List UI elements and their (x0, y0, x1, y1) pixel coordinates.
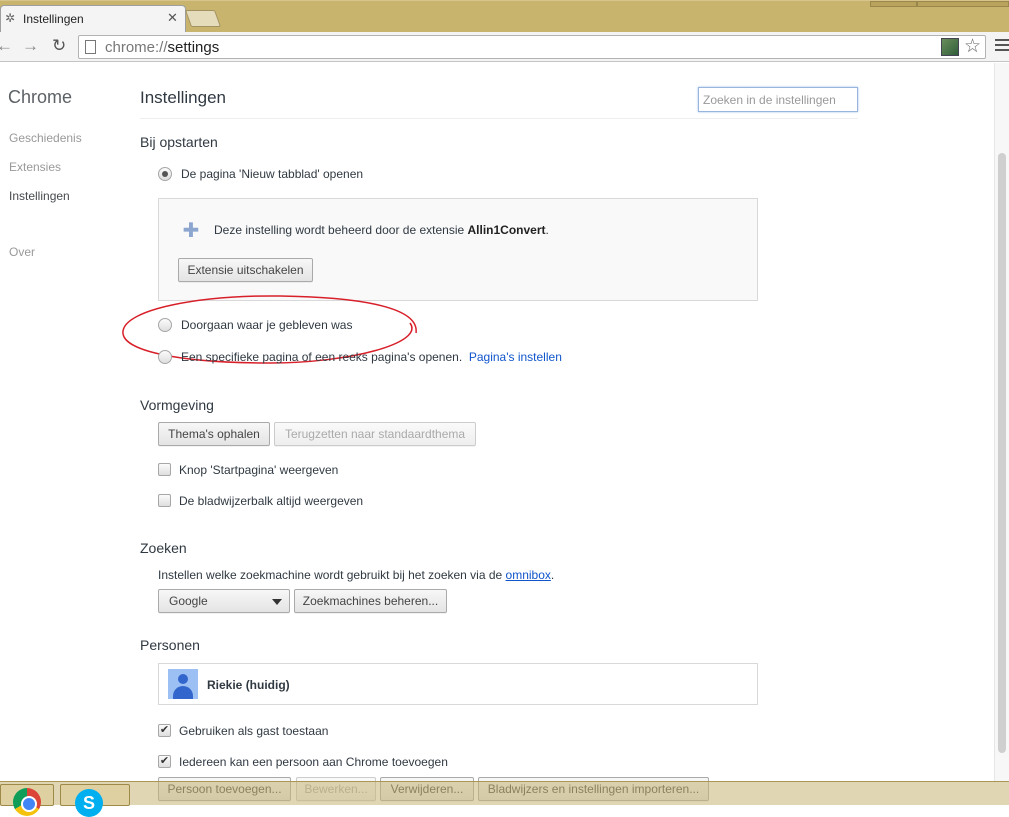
appearance-heading: Vormgeving (140, 397, 214, 413)
divider (140, 118, 858, 119)
close-window-button[interactable] (917, 1, 1009, 7)
extension-notice-text: Deze instelling wordt beheerd door de ex… (214, 223, 549, 237)
page-title: Instellingen (140, 88, 227, 107)
set-pages-link[interactable]: Pagina's instellen (469, 350, 562, 364)
puzzle-icon: ✚ (182, 220, 200, 242)
settings-page: Chrome Geschiedenis Extensies Instelling… (0, 63, 1009, 781)
reset-theme-button[interactable]: Terugzetten naar standaardthema (274, 422, 476, 446)
page-icon (85, 40, 96, 54)
url-text: chrome://settings (105, 39, 220, 56)
menu-icon[interactable] (995, 39, 1009, 53)
sidebar-item-history[interactable]: Geschiedenis (9, 131, 82, 145)
sidebar-item-settings[interactable]: Instellingen (9, 189, 70, 203)
checkbox-home-button[interactable] (158, 463, 171, 476)
get-themes-button[interactable]: Thema's ophalen (158, 422, 270, 446)
avatar (168, 669, 198, 699)
search-engine-select[interactable]: Google (158, 589, 290, 613)
back-icon[interactable]: ← (0, 36, 13, 56)
checkbox-guest[interactable]: ✔ (158, 724, 171, 737)
scrollbar[interactable] (994, 63, 1009, 781)
checkbox-bookmarks-bar[interactable] (158, 494, 171, 507)
new-tab-button[interactable] (184, 10, 222, 27)
tab-strip: ✲ Instellingen ✕ (0, 0, 1009, 33)
star-icon[interactable]: ☆ (964, 36, 981, 58)
taskbar-skype[interactable]: S (60, 784, 130, 817)
person-name: Riekie (huidig) (207, 678, 290, 692)
checkbox-add-person[interactable]: ✔ (158, 755, 171, 768)
radio-specific[interactable] (158, 350, 172, 364)
tab-settings[interactable]: ✲ Instellingen ✕ (0, 5, 186, 33)
sidebar-item-about[interactable]: Over (9, 245, 35, 259)
checkbox-add-person-label[interactable]: Iedereen kan een persoon aan Chrome toev… (179, 755, 448, 769)
forward-icon[interactable]: → (22, 36, 39, 56)
sidebar-item-extensions[interactable]: Extensies (9, 160, 61, 174)
toolbar: ← → ↻ chrome://settings ☆ (0, 32, 1009, 62)
extension-icon[interactable] (941, 38, 959, 56)
radio-newtab[interactable] (158, 167, 172, 181)
taskbar-chrome[interactable] (0, 784, 54, 816)
extension-notice: ✚ Deze instelling wordt beheerd door de … (158, 198, 758, 301)
reload-icon[interactable]: ↻ (52, 36, 66, 56)
radio-specific-label[interactable]: Een specifieke pagina of een reeks pagin… (181, 350, 562, 364)
radio-newtab-label[interactable]: De pagina 'Nieuw tabblad' openen (181, 167, 363, 181)
manage-engines-button[interactable]: Zoekmachines beheren... (294, 589, 447, 613)
radio-continue[interactable] (158, 318, 172, 332)
sidebar-title: Chrome (8, 87, 73, 107)
taskbar: S (0, 781, 1009, 817)
person-list[interactable]: Riekie (huidig) (158, 663, 758, 705)
search-description: Instellen welke zoekmachine wordt gebrui… (158, 568, 555, 582)
scrollbar-thumb[interactable] (998, 153, 1006, 753)
tab-title: Instellingen (23, 12, 84, 26)
gear-icon: ✲ (5, 11, 16, 25)
skype-icon: S (75, 789, 103, 817)
checkbox-guest-label[interactable]: Gebruiken als gast toestaan (179, 724, 328, 738)
checkbox-bookmarks-bar-label[interactable]: De bladwijzerbalk altijd weergeven (179, 494, 363, 508)
close-icon[interactable]: ✕ (167, 11, 178, 24)
search-input[interactable]: Zoeken in de instellingen (698, 87, 858, 112)
omnibox-link[interactable]: omnibox (506, 568, 551, 582)
checkbox-home-button-label[interactable]: Knop 'Startpagina' weergeven (179, 463, 338, 477)
people-heading: Personen (140, 637, 200, 653)
chevron-down-icon (272, 599, 282, 605)
radio-continue-label[interactable]: Doorgaan waar je gebleven was (181, 318, 352, 332)
search-heading: Zoeken (140, 540, 187, 556)
chrome-icon (13, 788, 41, 816)
startup-heading: Bij opstarten (140, 134, 218, 150)
omnibox[interactable]: chrome://settings ☆ (78, 35, 986, 59)
minimize-button[interactable] (870, 1, 917, 7)
disable-extension-button[interactable]: Extensie uitschakelen (178, 258, 313, 282)
